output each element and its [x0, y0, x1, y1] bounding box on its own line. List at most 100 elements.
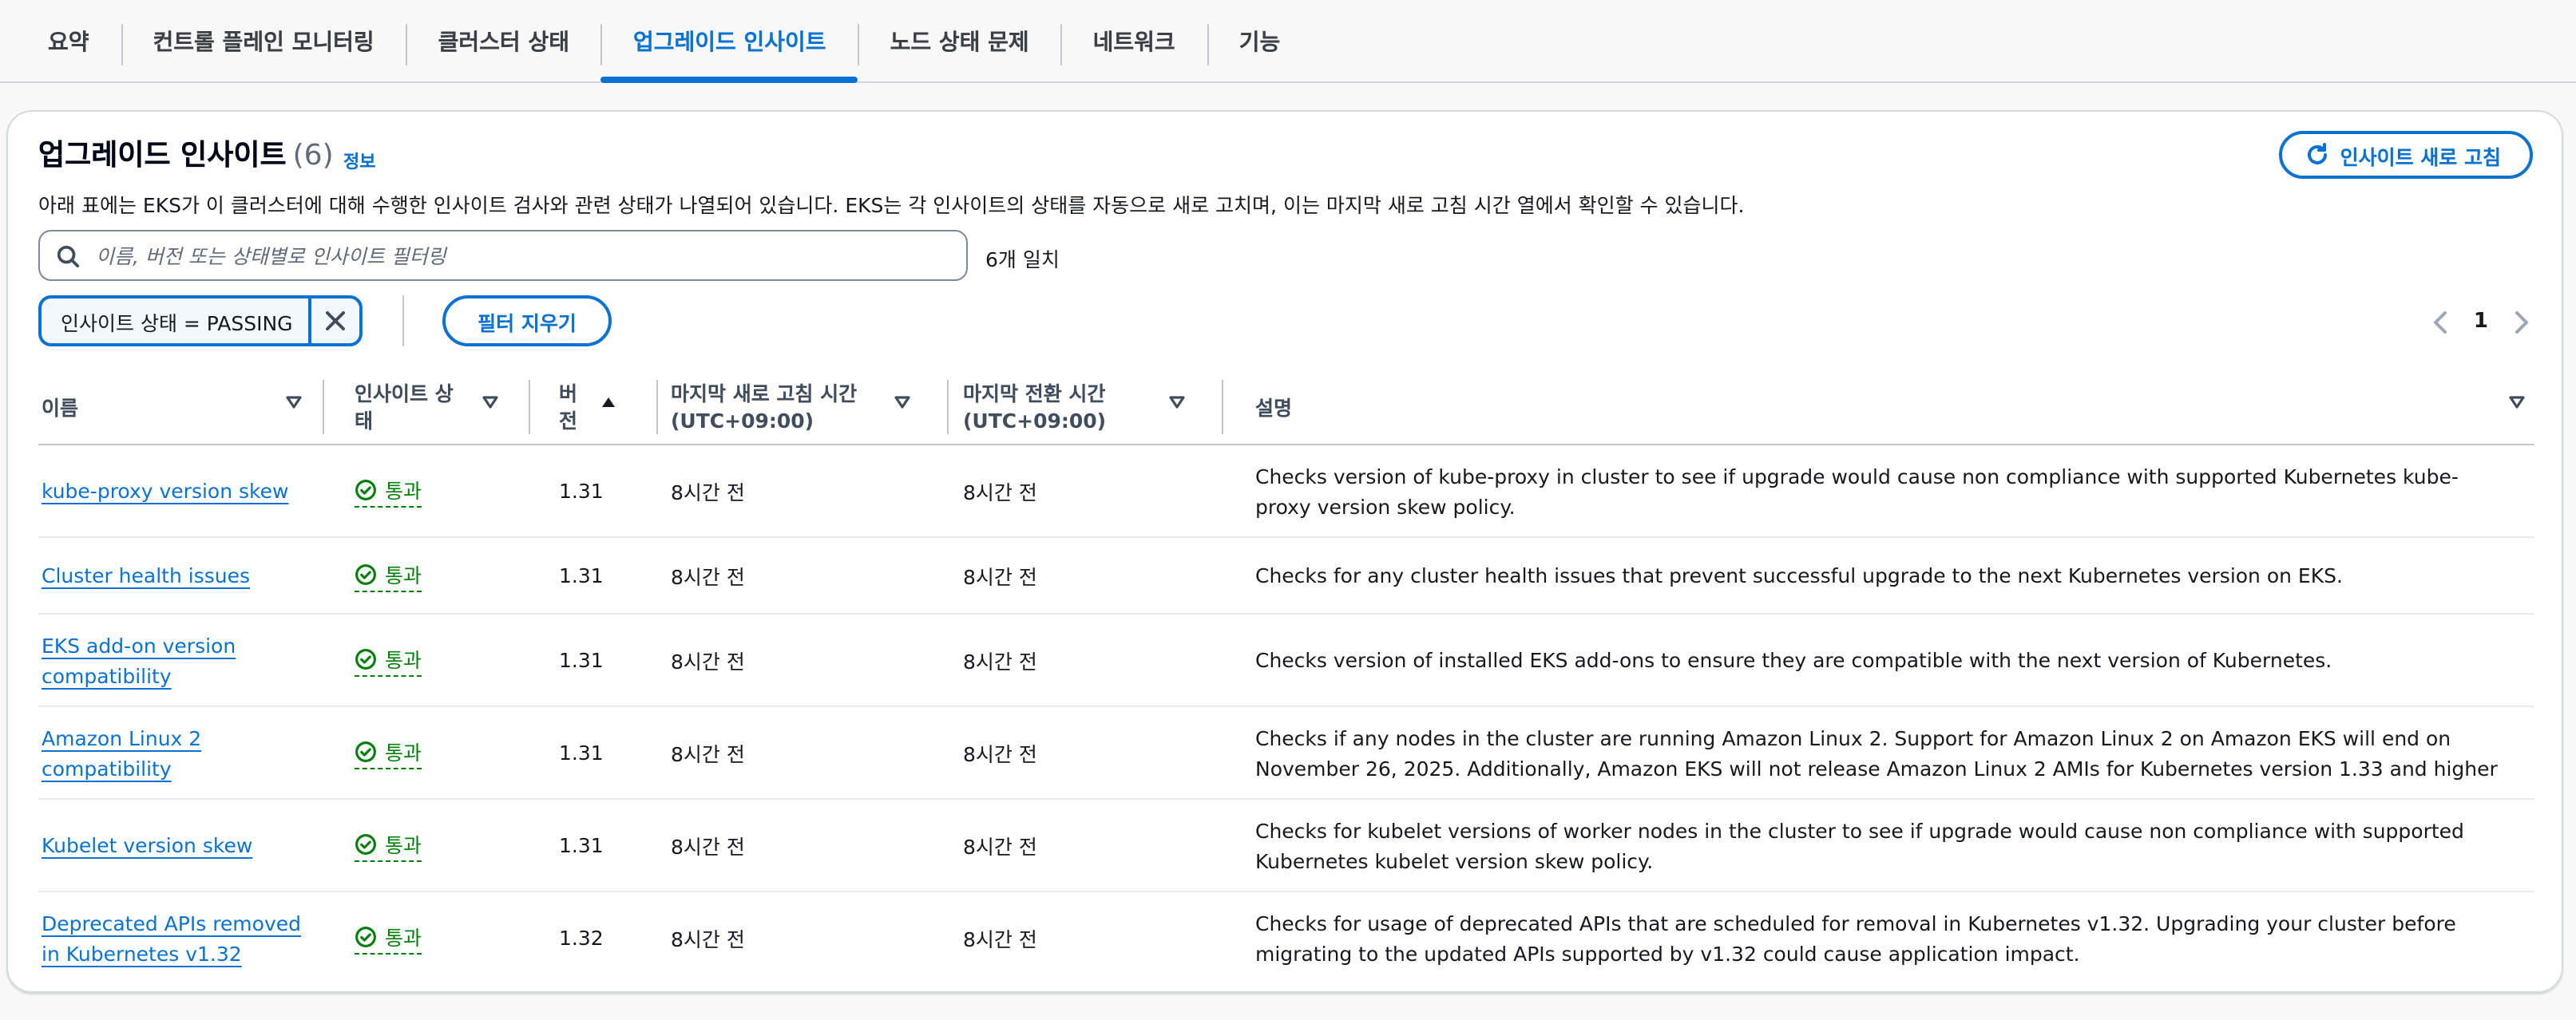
status-success-icon [355, 833, 376, 854]
insight-version: 1.31 [559, 648, 604, 672]
upgrade-insights-panel: 업그레이드 인사이트 (6) 정보 아래 표에는 EKS가 이 클러스터에 대해 … [6, 110, 2563, 993]
insight-last-refresh: 8시간 전 [671, 480, 745, 504]
insight-status[interactable]: 통과 [355, 559, 422, 592]
insight-status-label: 통과 [385, 563, 422, 587]
column-divider [529, 380, 530, 434]
chevron-right-icon [2515, 310, 2528, 333]
insight-version: 1.31 [559, 741, 604, 765]
column-header-last-refresh[interactable]: 마지막 새로 고침 시간 (UTC+09:00) [671, 370, 926, 444]
column-header-name[interactable]: 이름 [42, 370, 313, 444]
insight-count: (6) [292, 139, 334, 172]
insight-status-label: 통과 [385, 648, 422, 672]
insight-status[interactable]: 통과 [355, 921, 422, 955]
table-row: Cluster health issues 통과 1.31 8시간 전 8시간 전 Che… [38, 538, 2534, 615]
column-header-last-transition[interactable]: 마지막 전환 시간 (UTC+09:00) [963, 370, 1219, 444]
tab-list: 요약 컨트롤 플레인 모니터링 클러스터 상태 업그레이드 인사이트 노드 상태… [0, 0, 2576, 83]
filter-divider [402, 295, 404, 346]
insight-last-refresh: 8시간 전 [671, 835, 745, 859]
tab-cluster-health[interactable]: 클러스터 상태 [406, 0, 601, 81]
insight-name-link[interactable]: Deprecated APIs removed in Kubernetes v1… [42, 907, 313, 968]
search-input[interactable] [93, 242, 966, 269]
insight-last-transition: 8시간 전 [963, 565, 1037, 589]
insight-last-refresh: 8시간 전 [671, 650, 745, 674]
refresh-insights-button[interactable]: 인사이트 새로 고침 [2279, 131, 2533, 179]
column-header-status[interactable]: 인사이트 상태 [355, 370, 514, 444]
table-row: kube-proxy version skew 통과 1.31 8시간 전 8시간 전 C… [38, 445, 2534, 538]
insight-status[interactable]: 통과 [355, 828, 422, 862]
tab-features[interactable]: 기능 [1207, 0, 1313, 81]
column-divider [656, 380, 658, 434]
insight-description: Checks for usage of deprecated APIs that… [1255, 911, 2456, 965]
pagination: 1 [2432, 310, 2530, 334]
status-success-icon [355, 741, 376, 761]
insight-status-label: 통과 [385, 833, 422, 857]
filter-token-label[interactable]: 인사이트 상태 = PASSING [42, 306, 308, 336]
sort-ascending-icon [602, 397, 615, 407]
search-icon [56, 243, 80, 267]
status-success-icon [355, 563, 376, 584]
column-header-description[interactable]: 설명 [1255, 370, 2534, 444]
panel-title: 업그레이드 인사이트 (6) [38, 132, 334, 174]
column-header-version[interactable]: 버전 [559, 370, 632, 444]
column-last-refresh-label: 마지막 새로 고침 시간 (UTC+09:00) [671, 382, 858, 433]
insight-last-transition: 8시간 전 [963, 742, 1037, 766]
insight-description: Checks for kubelet versions of worker no… [1255, 818, 2464, 872]
tab-node-health-issues[interactable]: 노드 상태 문제 [858, 0, 1061, 81]
insight-version: 1.31 [559, 833, 604, 857]
insight-status[interactable]: 통과 [355, 736, 422, 769]
insight-last-transition: 8시간 전 [963, 650, 1037, 674]
insight-name-link[interactable]: EKS add-on version compatibility [42, 630, 313, 690]
insight-name-link[interactable]: Cluster health issues [42, 560, 250, 591]
table-row: Deprecated APIs removed in Kubernetes v1… [38, 892, 2534, 983]
insight-description: Checks if any nodes in the cluster are r… [1255, 725, 2498, 780]
panel-description: 아래 표에는 EKS가 이 클러스터에 대해 수행한 인사이트 검사와 관련 상… [38, 193, 1745, 217]
insight-status[interactable]: 통과 [355, 643, 422, 677]
column-status-label: 인사이트 상태 [355, 382, 454, 433]
close-icon [326, 311, 345, 330]
sort-icon [482, 396, 498, 409]
insight-last-refresh: 8시간 전 [671, 565, 745, 589]
clear-filters-button[interactable]: 필터 지우기 [442, 295, 612, 346]
insight-version: 1.31 [559, 479, 604, 503]
insight-description: Checks version of kube-proxy in cluster … [1255, 464, 2459, 518]
insight-status-label: 통과 [385, 926, 422, 950]
sort-icon [2509, 396, 2525, 409]
insight-version: 1.32 [559, 926, 604, 950]
sort-icon [894, 396, 910, 409]
column-divider [1222, 380, 1223, 434]
insight-last-transition: 8시간 전 [963, 927, 1037, 951]
insights-table: 이름 인사이트 상태 버전 마지막 새로 고침 시간 (UTC+09:00) 마… [38, 370, 2534, 983]
table-row: EKS add-on version compatibility 통과 1.31 8시… [38, 615, 2534, 707]
match-count: 6개 일치 [985, 247, 1060, 271]
insight-last-refresh: 8시간 전 [671, 742, 745, 766]
tab-networking[interactable]: 네트워크 [1060, 0, 1207, 81]
table-row: Amazon Linux 2 compatibility 통과 1.31 8시간 전 8… [38, 707, 2534, 800]
current-page[interactable]: 1 [2474, 310, 2488, 334]
previous-page-button[interactable] [2432, 310, 2448, 333]
tab-summary[interactable]: 요약 [16, 0, 121, 81]
tab-upgrade-insights[interactable]: 업그레이드 인사이트 [600, 0, 858, 83]
filter-token: 인사이트 상태 = PASSING [38, 295, 363, 346]
chevron-left-icon [2433, 310, 2447, 333]
insight-name-link[interactable]: Amazon Linux 2 compatibility [42, 722, 313, 783]
remove-filter-button[interactable] [308, 298, 359, 343]
table-body: kube-proxy version skew 통과 1.31 8시간 전 8시간 전 C… [38, 445, 2534, 983]
refresh-icon [2305, 142, 2331, 168]
next-page-button[interactable] [2514, 310, 2530, 333]
insight-last-transition: 8시간 전 [963, 480, 1037, 504]
insight-name-link[interactable]: Kubelet version skew [42, 830, 252, 860]
status-success-icon [355, 648, 376, 669]
tab-control-plane-monitoring[interactable]: 컨트롤 플레인 모니터링 [121, 0, 406, 81]
column-last-transition-label: 마지막 전환 시간 (UTC+09:00) [963, 382, 1107, 433]
info-link[interactable]: 정보 [343, 148, 376, 174]
insight-status[interactable]: 통과 [355, 474, 422, 508]
insight-version: 1.31 [559, 563, 604, 587]
sort-icon [286, 396, 302, 409]
insight-status-label: 통과 [385, 479, 422, 503]
column-name-label: 이름 [42, 395, 79, 419]
insight-name-link[interactable]: kube-proxy version skew [42, 476, 288, 506]
column-divider [947, 380, 949, 434]
status-success-icon [355, 479, 376, 500]
sort-icon [1169, 396, 1185, 409]
insight-last-transition: 8시간 전 [963, 835, 1037, 859]
